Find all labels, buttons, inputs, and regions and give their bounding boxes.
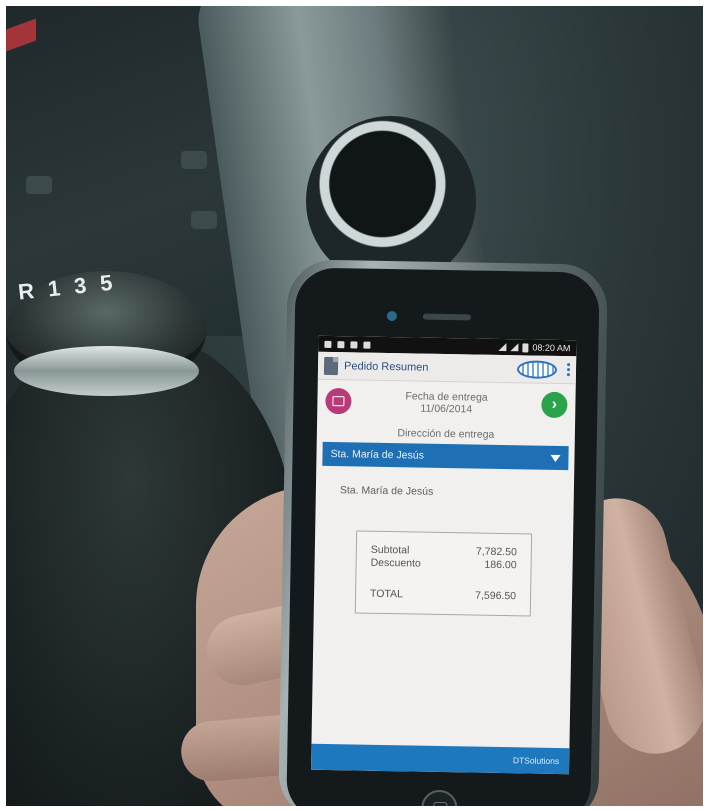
notification-icon <box>363 341 371 349</box>
notification-icon <box>324 340 332 348</box>
home-button[interactable] <box>421 789 458 806</box>
total-row: TOTAL 7,596.50 <box>370 588 516 604</box>
background-photo: R135 08:20 AM Pedido Resumen Fecha de en… <box>6 6 703 806</box>
footer-bar: DTSolutions <box>311 743 570 775</box>
total-value: 7,596.50 <box>475 589 517 603</box>
order-totals: Subtotal 7,782.50 Descuento 186.00 TOTAL… <box>354 530 533 617</box>
battery-icon <box>522 342 529 352</box>
delivery-address-selected: Sta. María de Jesús <box>330 448 424 462</box>
signal-icon <box>510 343 519 352</box>
hazard-button <box>6 18 36 52</box>
gear-knob-ring <box>14 346 199 396</box>
delivery-address-select[interactable]: Sta. María de Jesús <box>322 441 569 471</box>
subtotal-value: 7,782.50 <box>475 545 517 559</box>
calendar-button[interactable] <box>325 387 352 415</box>
dropdown-caret-icon <box>550 454 561 462</box>
total-label: TOTAL <box>369 587 404 601</box>
delivery-address-text: Sta. María de Jesús <box>339 484 434 498</box>
notification-icon <box>350 340 358 348</box>
notification-icon <box>337 340 345 348</box>
brand-logo <box>516 359 558 379</box>
next-button[interactable]: › <box>541 391 568 419</box>
delivery-address-label: Dirección de entrega <box>397 427 495 441</box>
front-camera <box>386 310 398 322</box>
app-bar: Pedido Resumen <box>317 351 577 385</box>
status-time: 08:20 AM <box>532 342 571 354</box>
dashboard-button <box>181 151 207 169</box>
dashboard-button <box>26 176 52 194</box>
phone-body: 08:20 AM Pedido Resumen Fecha de entrega… <box>286 267 600 806</box>
discount-row: Descuento 186.00 <box>371 557 517 573</box>
overflow-menu-icon[interactable] <box>566 363 571 377</box>
dashboard-button <box>191 211 217 229</box>
delivery-date: Fecha de entrega 11/06/2014 <box>351 389 541 416</box>
discount-value: 186.00 <box>484 558 517 572</box>
calendar-icon <box>332 396 345 407</box>
discount-label: Descuento <box>370 556 421 570</box>
phone-screen: 08:20 AM Pedido Resumen Fecha de entrega… <box>311 335 577 775</box>
phone-speaker <box>422 313 471 321</box>
footer-brand: DTSolutions <box>512 755 560 767</box>
app-title: Pedido Resumen <box>343 359 429 374</box>
wifi-icon <box>498 342 507 352</box>
delivery-date-value: 11/06/2014 <box>420 402 473 416</box>
subtotal-label: Subtotal <box>370 543 410 557</box>
delivery-date-row: Fecha de entrega 11/06/2014 › <box>317 380 576 422</box>
document-icon <box>323 356 339 375</box>
smartphone: 08:20 AM Pedido Resumen Fecha de entrega… <box>278 259 608 806</box>
chevron-right-icon: › <box>551 395 558 413</box>
